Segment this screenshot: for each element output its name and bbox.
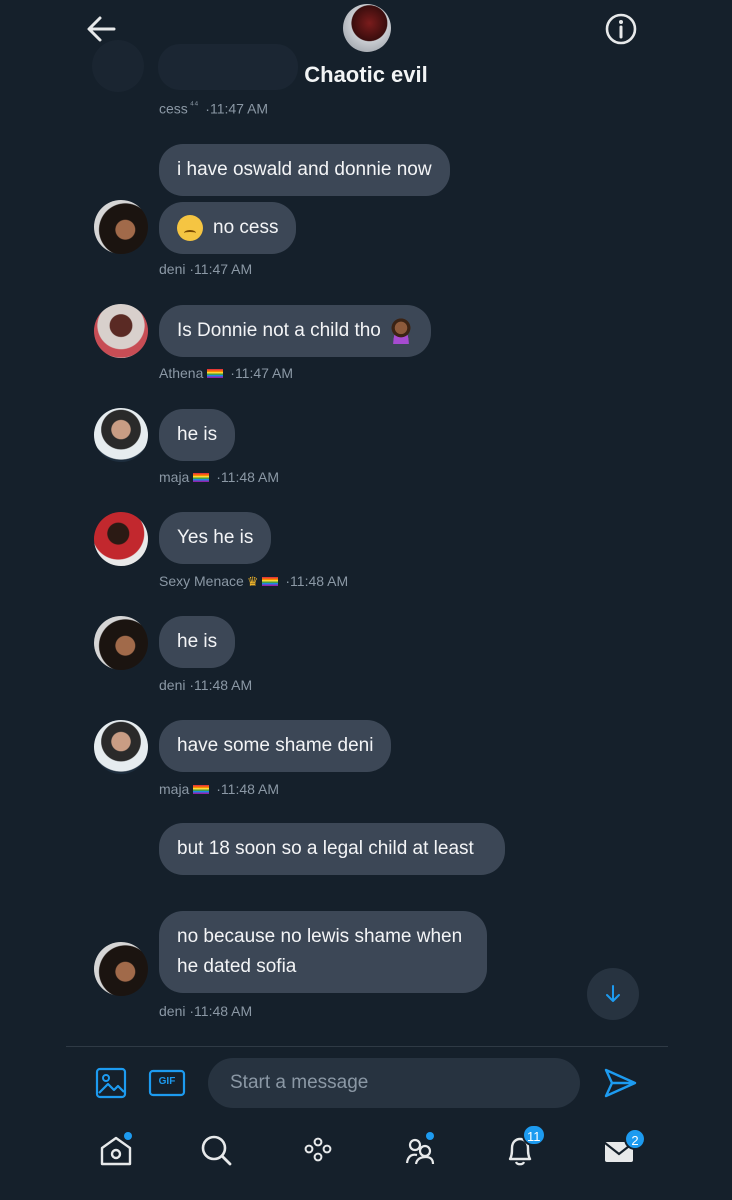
avatar-deni[interactable] bbox=[94, 200, 148, 254]
avatar-deni[interactable] bbox=[94, 616, 148, 670]
sender-name: cess bbox=[159, 100, 188, 117]
gif-button[interactable]: GIF bbox=[148, 1068, 186, 1098]
nav-communities[interactable] bbox=[398, 1128, 442, 1172]
sender-name: Sexy Menace bbox=[159, 573, 244, 589]
rainbow-flag-icon bbox=[262, 577, 279, 587]
message-text: i have oswald and donnie now bbox=[177, 159, 432, 180]
sender-name: deni bbox=[159, 677, 186, 693]
notification-dot bbox=[124, 1132, 132, 1140]
message-bubble[interactable]: he is bbox=[159, 409, 236, 461]
spaces-icon bbox=[304, 1137, 332, 1162]
message-time: 11:48 AM bbox=[290, 573, 349, 589]
avatar-sexy-menace[interactable] bbox=[94, 512, 148, 566]
message-bubble[interactable]: have some shame deni bbox=[159, 720, 392, 772]
nav-search[interactable] bbox=[194, 1128, 238, 1172]
info-icon[interactable] bbox=[604, 12, 638, 46]
message-meta: deni ·11:47 AM bbox=[159, 261, 252, 277]
scroll-to-bottom-button[interactable] bbox=[587, 968, 639, 1020]
message-meta: maja ·11:48 AM bbox=[159, 781, 279, 797]
message-time: 11:48 AM bbox=[194, 677, 253, 693]
message-meta: deni ·11:48 AM bbox=[159, 677, 252, 693]
sender-name: deni bbox=[159, 1003, 186, 1019]
person-tipping-hand-icon bbox=[388, 317, 413, 344]
avatar-deni[interactable] bbox=[94, 942, 148, 996]
message-time: 11:48 AM bbox=[220, 781, 280, 797]
pensive-face-icon bbox=[177, 214, 203, 241]
send-icon[interactable] bbox=[600, 1064, 640, 1102]
message-text: have some shame deni bbox=[177, 735, 374, 756]
message-bubble[interactable]: Yes he is bbox=[159, 512, 272, 564]
message-bubble[interactable]: no cess bbox=[159, 202, 297, 254]
message-bubble[interactable]: Is Donnie not a child tho bbox=[159, 305, 431, 357]
conversation-title: Chaotic evil bbox=[304, 62, 428, 87]
nav-messages[interactable]: 2 bbox=[598, 1128, 646, 1172]
rainbow-flag-icon bbox=[207, 369, 224, 379]
arrow-down-icon bbox=[606, 985, 620, 1002]
message-meta: deni ·11:48 AM bbox=[159, 1003, 252, 1019]
image-icon[interactable] bbox=[94, 1066, 128, 1100]
notifications-badge: 11 bbox=[522, 1124, 546, 1146]
message-text: he is bbox=[177, 631, 218, 652]
message-bubble[interactable]: but 18 soon so a legal child at least bbox=[159, 823, 505, 875]
rainbow-flag-icon bbox=[193, 473, 210, 483]
message-meta: cess ⁴⁴ ·11:47 AM bbox=[159, 100, 268, 117]
message-meta: Sexy Menace ♛ ·11:48 AM bbox=[159, 573, 348, 590]
message-text: no because no lewis shame when he dated … bbox=[177, 926, 463, 977]
gif-label: GIF bbox=[158, 1076, 176, 1087]
message-time: 11:47 AM bbox=[194, 261, 253, 277]
sender-name: maja bbox=[159, 469, 190, 485]
sender-name: maja bbox=[159, 781, 190, 797]
message-bubble[interactable]: no because no lewis shame when he dated … bbox=[159, 911, 487, 993]
message-text: Is Donnie not a child tho bbox=[177, 320, 381, 341]
avatar-maja[interactable] bbox=[94, 720, 148, 774]
crown-icon: ♛ bbox=[246, 574, 259, 589]
messages-badge: 2 bbox=[624, 1128, 646, 1150]
message-meta: Athena ·11:47 AM bbox=[159, 365, 293, 381]
message-input[interactable] bbox=[208, 1058, 580, 1108]
nav-home[interactable] bbox=[94, 1128, 138, 1172]
nav-spaces[interactable] bbox=[296, 1128, 340, 1172]
message-text: but 18 soon so a legal child at least bbox=[177, 838, 474, 859]
sender-name: deni bbox=[159, 261, 186, 277]
group-avatar[interactable] bbox=[343, 4, 391, 52]
avatar-athena[interactable] bbox=[94, 304, 148, 358]
message-time: 11:48 AM bbox=[220, 469, 280, 485]
message-time: 11:47 AM bbox=[209, 100, 269, 117]
message-bubble[interactable]: he is bbox=[159, 616, 236, 668]
sender-name: Athena bbox=[159, 365, 204, 381]
message-bubble[interactable]: i have oswald and donnie now bbox=[159, 144, 450, 196]
search-icon bbox=[201, 1135, 232, 1166]
message-time: 11:47 AM bbox=[234, 365, 294, 381]
rainbow-flag-icon bbox=[193, 785, 210, 795]
message-text: no cess bbox=[213, 217, 279, 238]
message-time: 11:48 AM bbox=[194, 1003, 253, 1019]
nav-notifications[interactable]: 11 bbox=[498, 1124, 546, 1172]
message-meta: maja ·11:48 AM bbox=[159, 469, 279, 485]
message-text: Yes he is bbox=[177, 527, 254, 548]
divider bbox=[66, 1046, 668, 1047]
message-text: he is bbox=[177, 424, 218, 445]
sender-suffix: ⁴⁴ bbox=[189, 100, 199, 111]
notification-dot bbox=[426, 1132, 434, 1140]
communities-icon bbox=[405, 1138, 435, 1165]
avatar-maja[interactable] bbox=[94, 408, 148, 462]
